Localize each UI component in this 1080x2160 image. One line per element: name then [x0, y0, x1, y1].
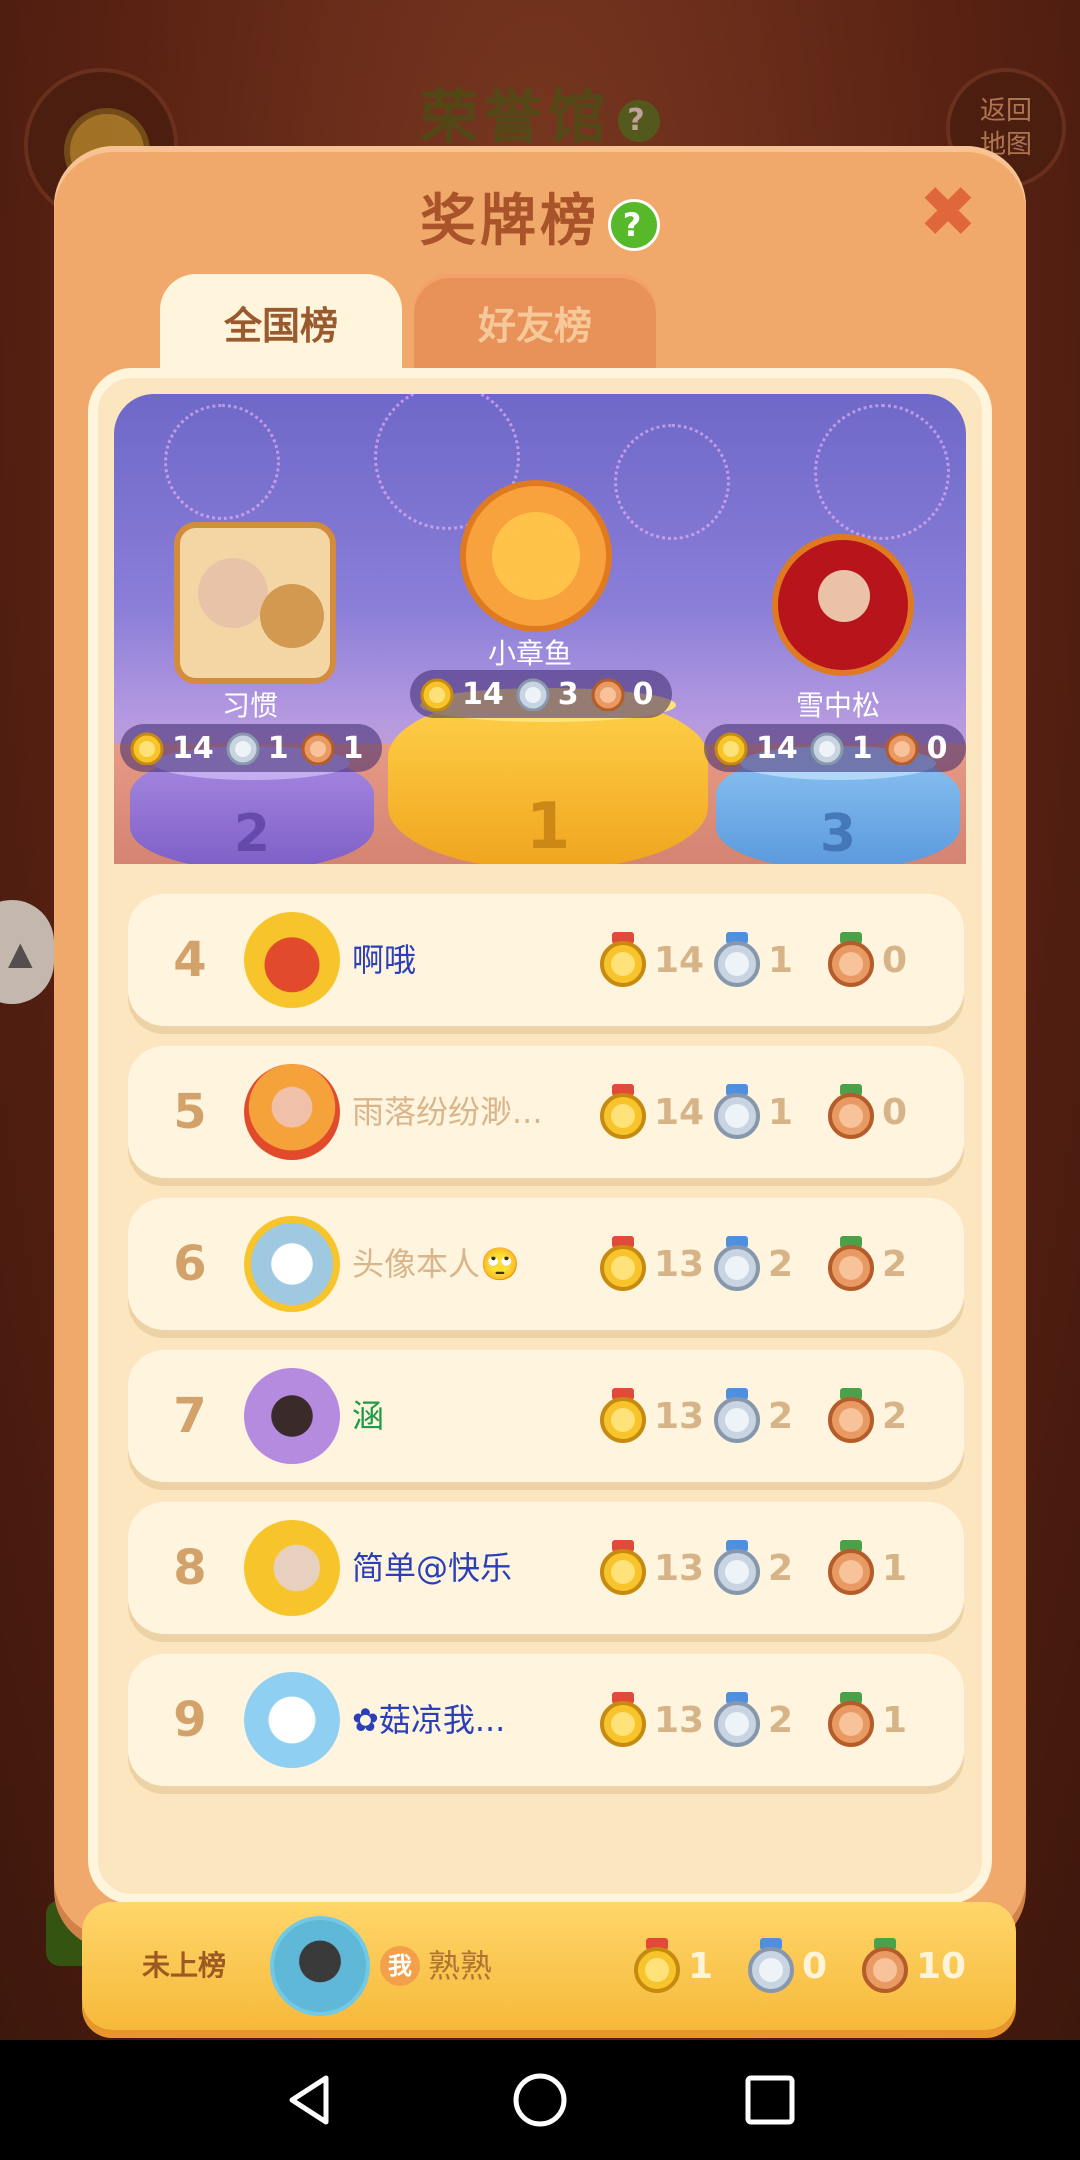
silver-medal-icon	[714, 1084, 760, 1139]
podium-medals-third: 14 1 0	[704, 724, 966, 772]
tab-friends[interactable]: 好友榜	[414, 274, 656, 378]
row-medals: 14 1 0	[598, 894, 940, 1026]
bronze-medal-icon	[828, 932, 874, 987]
avatar[interactable]	[270, 1916, 370, 2016]
bronze-medal-icon	[301, 732, 335, 765]
triangle-back-icon[interactable]	[270, 2060, 350, 2140]
avatar[interactable]	[244, 1520, 340, 1616]
leaderboard-row[interactable]: 6 头像本人🙄 13 2 2	[128, 1198, 964, 1330]
podium-medals-first: 14 3 0	[410, 670, 672, 718]
bronze-medal-icon	[591, 678, 625, 711]
leaderboard-row[interactable]: 8 简单@快乐 13 2 1	[128, 1502, 964, 1634]
podium-medals-second: 14 1 1	[120, 724, 382, 772]
leaderboard-content: 2 1 3 习惯 14 1 1 小章鱼 14 3 0 雪中松 14 1 0 4 …	[88, 368, 992, 1904]
rank-number: 4	[173, 932, 207, 988]
me-badge: 我	[380, 1946, 420, 1986]
bronze-medal-icon	[862, 1938, 908, 1993]
puzzle-icon: ▲	[8, 934, 33, 972]
rank-number: 7	[173, 1388, 207, 1444]
gold-medal-icon	[634, 1938, 680, 1993]
player-name: 啊哦	[352, 941, 417, 979]
my-rank-status: 未上榜	[142, 1949, 227, 1982]
close-button[interactable]: ✖	[916, 177, 980, 247]
rank-number: 5	[173, 1084, 207, 1140]
background-help-icon: ?	[618, 99, 660, 142]
gold-medal-icon	[600, 932, 646, 987]
player-name: ✿菇凉我...	[352, 1701, 506, 1739]
row-medals: 14 1 0	[598, 1046, 940, 1178]
firework-decoration	[814, 404, 950, 540]
rank-number: 9	[173, 1692, 207, 1748]
bronze-medal-icon	[828, 1236, 874, 1291]
player-name: 简单@快乐	[352, 1549, 513, 1587]
row-medals: 13 2 2	[598, 1198, 940, 1330]
pedestal-first: 1	[388, 688, 708, 864]
square-recents-icon[interactable]	[730, 2060, 810, 2140]
silver-medal-icon	[714, 1692, 760, 1747]
silver-medal-icon	[516, 678, 550, 711]
podium-stage: 2 1 3 习惯 14 1 1 小章鱼 14 3 0 雪中松 14 1 0	[114, 394, 966, 864]
gold-medal-icon	[600, 1084, 646, 1139]
silver-medal-icon	[714, 1388, 760, 1443]
gold-medal-icon	[420, 678, 454, 711]
avatar[interactable]	[772, 534, 914, 676]
row-medals: 13 2 2	[598, 1350, 940, 1482]
silver-medal-icon	[748, 1938, 794, 1993]
system-navigation-bar	[0, 2040, 1080, 2160]
silver-medal-icon	[226, 732, 260, 765]
avatar[interactable]	[244, 1064, 340, 1160]
avatar[interactable]	[174, 522, 336, 684]
avatar[interactable]	[244, 1672, 340, 1768]
silver-medal-icon	[714, 1540, 760, 1595]
silver-medal-icon	[714, 1236, 760, 1291]
silver-medal-icon	[714, 932, 760, 987]
gold-medal-icon	[600, 1236, 646, 1291]
leaderboard-row[interactable]: 7 涵 13 2 2	[128, 1350, 964, 1482]
firework-decoration	[614, 424, 730, 540]
avatar[interactable]	[244, 912, 340, 1008]
bronze-medal-icon	[828, 1084, 874, 1139]
gold-medal-icon	[600, 1540, 646, 1595]
leaderboard-row[interactable]: 5 雨落纷纷渺... 14 1 0	[128, 1046, 964, 1178]
row-medals: 13 2 1	[598, 1502, 940, 1634]
podium-name-first: 小章鱼	[487, 637, 572, 670]
podium-name-second: 习惯	[221, 689, 278, 722]
player-name: 雨落纷纷渺...	[352, 1093, 543, 1131]
tab-national[interactable]: 全国榜	[160, 274, 402, 378]
player-name: 涵	[352, 1397, 385, 1435]
bronze-medal-icon	[828, 1388, 874, 1443]
gold-medal-icon	[600, 1388, 646, 1443]
rank-number: 6	[173, 1236, 207, 1292]
my-medals: 1 0 10	[632, 1902, 974, 2030]
gold-medal-icon	[130, 732, 164, 765]
circle-home-icon[interactable]	[500, 2060, 580, 2140]
row-medals: 13 2 1	[598, 1654, 940, 1786]
avatar[interactable]	[244, 1368, 340, 1464]
gold-medal-icon	[714, 732, 748, 765]
help-icon[interactable]: ?	[608, 198, 660, 251]
firework-decoration	[164, 404, 280, 520]
rank-number: 8	[173, 1540, 207, 1596]
avatar[interactable]	[244, 1216, 340, 1312]
player-name: 头像本人🙄	[352, 1245, 520, 1283]
bronze-medal-icon	[885, 732, 919, 765]
leaderboard-row[interactable]: 9 ✿菇凉我... 13 2 1	[128, 1654, 964, 1786]
bronze-medal-icon	[828, 1540, 874, 1595]
bronze-medal-icon	[828, 1692, 874, 1747]
silver-medal-icon	[810, 732, 844, 765]
gold-medal-icon	[600, 1692, 646, 1747]
background-title: 荣誉馆?	[0, 70, 1080, 154]
panel-title: 奖牌榜?	[54, 176, 1026, 257]
my-rank-bar[interactable]: 未上榜 我 熟熟 1 0 10	[82, 1902, 1016, 2030]
podium-name-third: 雪中松	[795, 689, 880, 722]
avatar[interactable]	[460, 480, 612, 632]
medal-leaderboard-panel: 奖牌榜? ✖ 全国榜 好友榜 2 1 3 习惯 14 1 1 小章鱼 14 3 …	[54, 146, 1026, 2030]
leaderboard-row[interactable]: 4 啊哦 14 1 0	[128, 894, 964, 1026]
